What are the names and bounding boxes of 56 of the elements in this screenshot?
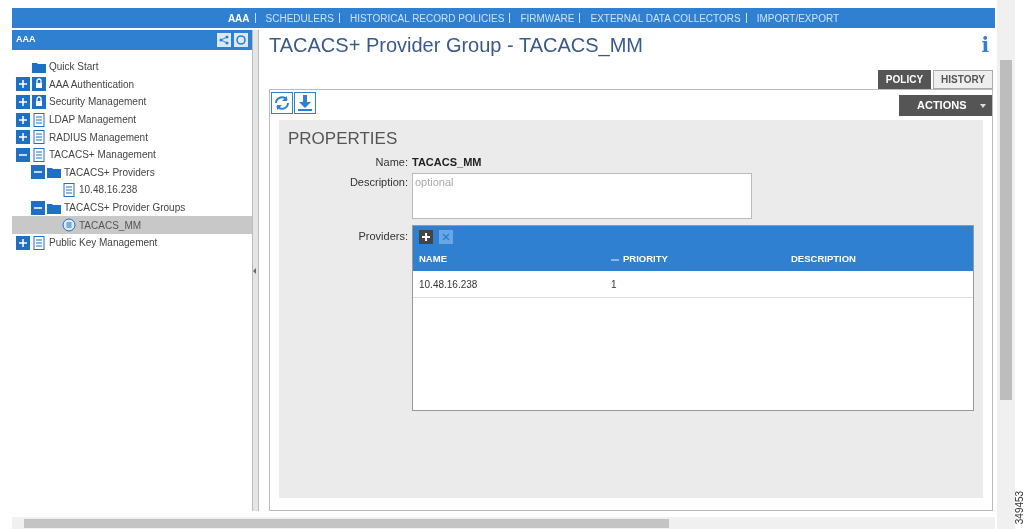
description-field[interactable]: optional	[412, 173, 752, 219]
column-header[interactable]: NAME	[419, 252, 447, 267]
document-icon	[32, 130, 46, 145]
tree-item[interactable]: LDAP Management	[12, 110, 253, 129]
tree-item[interactable]: Quick Start	[12, 58, 253, 76]
group-icon	[62, 218, 76, 233]
field-label: Name:	[374, 154, 408, 170]
expand-icon[interactable]	[16, 77, 30, 92]
tree-item[interactable]: RADIUS Management	[12, 128, 253, 146]
expand-icon[interactable]	[16, 235, 30, 250]
collapse-arrow-icon[interactable]	[253, 267, 258, 274]
tree-item[interactable]: TACACS+ Provider Groups	[12, 198, 253, 217]
document-icon	[62, 182, 76, 197]
info-icon[interactable]: i	[981, 30, 993, 60]
sidebar-title: AAA	[16, 33, 36, 47]
caret-icon	[980, 103, 986, 108]
collapse-icon[interactable]	[31, 200, 45, 215]
column-header[interactable]: PRIORITY	[623, 252, 668, 267]
expand-icon[interactable]	[16, 130, 30, 145]
expand-icon[interactable]	[16, 95, 30, 109]
refresh-icon[interactable]	[271, 92, 293, 114]
share-icon[interactable]	[217, 33, 232, 47]
field-label: Providers:	[357, 229, 408, 244]
page-title: TACACS+ Provider Group - TACACS_MM	[269, 33, 643, 59]
lock-icon	[32, 95, 46, 109]
tree-item[interactable]: TACACS+ Providers	[12, 163, 253, 182]
vertical-scrollbar[interactable]	[997, 0, 1015, 529]
name-value: TACACS_MM	[412, 154, 483, 170]
tree-item[interactable]: 10.48.16.238	[12, 181, 253, 199]
nav-link[interactable]: AAA	[227, 10, 250, 26]
table-cell-text: 10.48.16.238	[419, 277, 479, 292]
tree-item[interactable]: TACACS_MM	[12, 216, 253, 234]
field-label: Description:	[348, 175, 408, 190]
document-icon	[32, 112, 46, 127]
tab[interactable]: POLICY	[877, 70, 932, 89]
expand-icon[interactable]	[16, 112, 30, 127]
tab[interactable]: HISTORY	[933, 70, 993, 89]
document-icon	[32, 147, 46, 162]
refresh-icon[interactable]	[234, 33, 249, 47]
column-header[interactable]: DESCRIPTION	[791, 252, 856, 267]
actions-button[interactable]: ACTIONS	[899, 95, 992, 116]
figure-number: 349453	[1013, 490, 1027, 525]
document-icon	[32, 235, 46, 250]
tree-item[interactable]: Security Management	[12, 93, 253, 111]
tree-item[interactable]: AAA Authentication	[12, 75, 253, 94]
horizontal-scrollbar[interactable]	[12, 517, 995, 529]
add-icon[interactable]	[419, 230, 433, 244]
collapse-icon[interactable]	[16, 147, 30, 162]
lock-icon	[32, 77, 46, 92]
tree-item[interactable]: Public Key Management	[12, 233, 253, 252]
folder-icon	[47, 165, 61, 180]
download-icon[interactable]	[294, 92, 316, 114]
table-cell-text: 1	[611, 277, 618, 292]
section-heading: PROPERTIES	[288, 128, 399, 150]
tree-item[interactable]: TACACS+ Management	[12, 145, 253, 164]
collapse-icon[interactable]	[31, 165, 45, 180]
